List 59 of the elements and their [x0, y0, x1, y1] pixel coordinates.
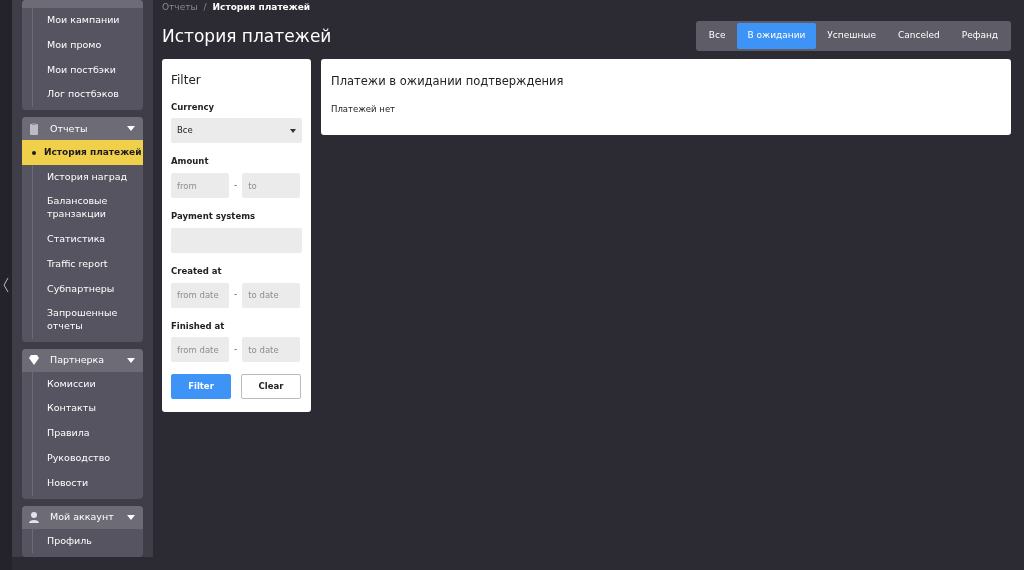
range-dash: -	[234, 343, 238, 356]
caret-icon	[127, 357, 135, 363]
field-label: Payment systems	[171, 210, 257, 223]
caret-icon	[127, 126, 135, 132]
menu-item[interactable]: Мои постбэки	[32, 57, 143, 83]
menu-item[interactable]: История платежей	[22, 140, 143, 165]
menu-item[interactable]: Лог постбэков	[32, 82, 143, 108]
group-header[interactable]: Мой аккаунт	[22, 505, 143, 529]
group-title: Отчеты	[50, 121, 89, 136]
user-icon	[28, 510, 40, 524]
clear-button[interactable]: Clear	[241, 374, 301, 400]
caret-icon	[290, 128, 296, 133]
menu-item[interactable]: Субпартнеры	[32, 276, 143, 302]
group-title: Партнерка	[50, 352, 106, 367]
clipboard-icon	[28, 122, 40, 136]
breadcrumb-current: История платежей	[212, 1, 311, 13]
input-field[interactable]: from	[171, 173, 229, 198]
tab[interactable]: Все	[697, 23, 737, 49]
page-title: История платежей	[162, 25, 332, 46]
menu-item[interactable]: Контакты	[32, 396, 143, 422]
menu-item[interactable]: Запрошенные отчеты	[32, 301, 143, 340]
menu-item[interactable]: История наград	[32, 164, 143, 190]
input-field[interactable]: to	[242, 173, 301, 198]
field-label: Created at	[171, 264, 223, 278]
group-header[interactable]: Отчеты	[22, 117, 143, 141]
menu-item[interactable]: Traffic report	[32, 251, 143, 277]
group-header[interactable]: Партнерка	[22, 348, 143, 372]
range-dash: -	[234, 178, 238, 192]
group-header[interactable]	[22, 0, 143, 8]
menu-item[interactable]: Статистика	[32, 227, 143, 252]
input-field[interactable]: to date	[242, 337, 301, 363]
field-label: Finished at	[171, 319, 226, 333]
caret-icon	[127, 514, 135, 520]
collapse-icon[interactable]	[3, 277, 9, 293]
field-label: Currency	[171, 100, 216, 114]
menu-item[interactable]: Комиссии	[32, 371, 143, 397]
menu-item[interactable]: Новости	[32, 470, 143, 496]
diamond-icon	[28, 353, 40, 367]
input-field[interactable]: from date	[171, 337, 229, 363]
tab[interactable]: Рефанд	[950, 23, 1009, 49]
tab[interactable]: Canceled	[886, 23, 951, 49]
currency-select[interactable]: Все	[171, 118, 302, 144]
tab[interactable]: Успешные	[816, 23, 887, 49]
panel-title: Платежи в ожидании подтверждения	[331, 72, 565, 90]
input-field[interactable]: from date	[171, 282, 229, 308]
input-field[interactable]: to date	[242, 282, 301, 308]
filter-title: Filter	[171, 71, 202, 89]
group-title: Мой аккаунт	[50, 509, 115, 524]
range-dash: -	[234, 288, 238, 302]
field-label: Amount	[171, 155, 210, 168]
menu-item[interactable]: Мои промо	[32, 32, 143, 58]
menu-item[interactable]: Руководство	[32, 445, 143, 471]
breadcrumb-link[interactable]: Отчеты	[162, 1, 198, 13]
menu-item[interactable]: Мои кампании	[32, 8, 143, 33]
empty-message: Платежей нет	[331, 102, 397, 116]
menu-item[interactable]: Профиль	[32, 528, 143, 554]
menu-item[interactable]: Правила	[32, 421, 143, 446]
menu-item[interactable]: Балансовые транзакции	[32, 189, 143, 228]
breadcrumb-separator: /	[203, 1, 207, 13]
